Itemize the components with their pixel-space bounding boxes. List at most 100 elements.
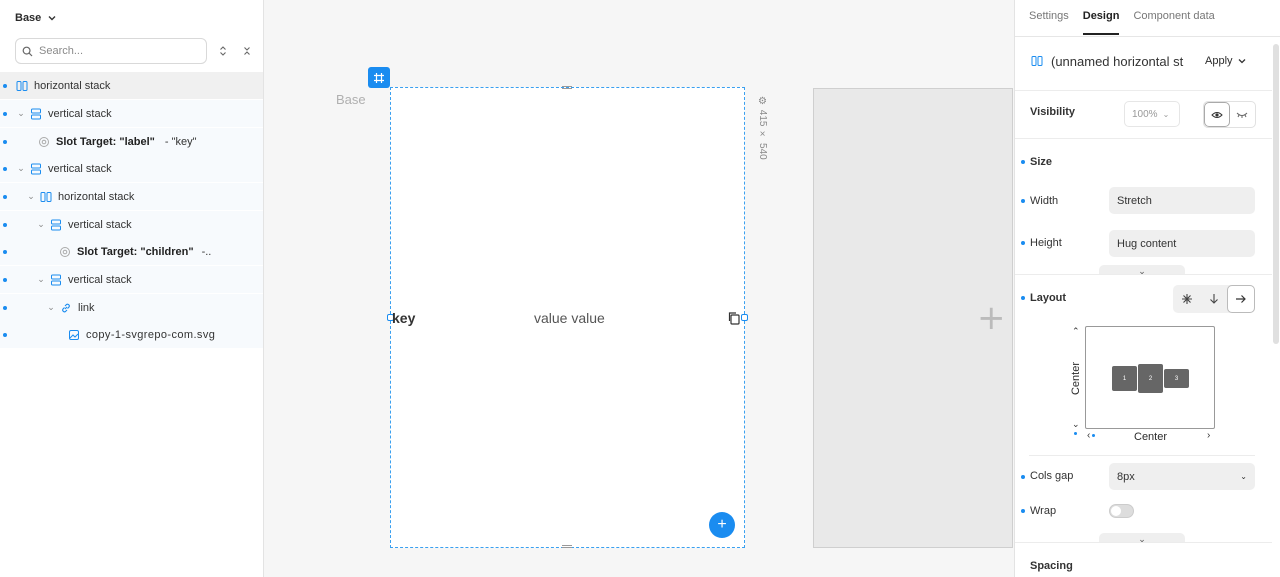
search-input[interactable] xyxy=(39,45,189,57)
base-label: Base xyxy=(15,12,42,24)
collapse-all-icon[interactable] xyxy=(240,44,254,58)
chevron-left-icon[interactable]: ‹ xyxy=(1087,430,1096,441)
value-text[interactable]: value value xyxy=(534,310,605,326)
tab-settings[interactable]: Settings xyxy=(1029,10,1069,35)
slot-target-label: Slot Target: "children" xyxy=(77,245,194,258)
cols-gap-value: 8px xyxy=(1117,470,1135,483)
image-icon xyxy=(68,329,80,341)
canvas-base-label: Base xyxy=(336,92,366,107)
slot-icon xyxy=(38,136,50,148)
slot-target-value: - "key" xyxy=(164,135,197,148)
vstack-icon xyxy=(50,219,62,231)
add-element-button[interactable]: + xyxy=(709,512,735,538)
hstack-icon xyxy=(16,80,28,92)
height-label: Height xyxy=(1030,237,1062,249)
width-label: Width xyxy=(1030,195,1059,207)
key-text[interactable]: key xyxy=(392,310,415,326)
resize-handle-bottom[interactable] xyxy=(562,545,572,548)
link-icon xyxy=(60,302,72,314)
chevron-down-icon[interactable]: ⌄ xyxy=(1072,419,1080,430)
chevron-down-icon xyxy=(1237,56,1247,66)
expand-all-icon[interactable] xyxy=(216,44,230,58)
cols-gap-select[interactable]: 8px ⌄ xyxy=(1109,463,1255,490)
tree-item-label: copy-1-svgrepo-com.svg xyxy=(86,328,216,341)
hstack-icon xyxy=(1031,55,1043,67)
tree-item-vertical-stack[interactable]: ⌄ vertical stack xyxy=(0,155,263,182)
tree-item-label: vertical stack xyxy=(48,107,112,120)
visibility-label: Visibility xyxy=(1030,106,1076,118)
height-value: Hug content xyxy=(1117,237,1177,250)
apply-button[interactable]: Apply xyxy=(1205,55,1247,67)
scrollbar[interactable] xyxy=(1273,44,1279,344)
width-select[interactable]: Stretch xyxy=(1109,187,1255,214)
apply-label: Apply xyxy=(1205,55,1233,67)
tab-design[interactable]: Design xyxy=(1082,10,1120,35)
resize-handle-top[interactable] xyxy=(562,86,572,89)
wrap-label: Wrap xyxy=(1030,505,1057,517)
frame-icon[interactable] xyxy=(368,67,390,88)
hstack-icon xyxy=(40,191,52,203)
tree-item-horizontal-stack[interactable]: ⌄ horizontal stack xyxy=(0,183,263,210)
properties-panel: Settings Design Component data (unnamed … xyxy=(1014,0,1280,577)
width-value: Stretch xyxy=(1117,194,1152,207)
search-box[interactable] xyxy=(15,38,207,64)
tree-item-vertical-stack[interactable]: ⌄ vertical stack xyxy=(0,266,263,293)
layout-section-title: Layout xyxy=(1030,292,1067,304)
spacing-section-title: Spacing xyxy=(1030,560,1073,572)
eye-icon[interactable] xyxy=(1204,102,1230,127)
search-icon xyxy=(22,46,33,57)
tree-item-label: link xyxy=(78,301,95,314)
tree-item-label: vertical stack xyxy=(68,273,132,286)
preview-item-3: 3 xyxy=(1164,369,1189,388)
chevron-up-icon[interactable]: ⌃ xyxy=(1072,326,1080,337)
base-selector[interactable]: Base xyxy=(15,12,57,24)
tree-item-label: horizontal stack xyxy=(34,79,111,92)
chevron-down-icon[interactable]: ⌄ xyxy=(36,219,46,230)
tree-item-vertical-stack[interactable]: ⌄ vertical stack xyxy=(0,100,263,127)
chevron-right-icon[interactable]: › xyxy=(1207,430,1210,441)
preview-item-2: 2 xyxy=(1138,364,1163,393)
cols-gap-label: Cols gap xyxy=(1030,470,1074,482)
slot-icon xyxy=(59,246,71,258)
copy-icon[interactable] xyxy=(727,311,741,325)
tree-item-vertical-stack[interactable]: ⌄ vertical stack xyxy=(0,211,263,238)
tree-item-slot-children[interactable]: Slot Target: "children" -.. xyxy=(0,238,263,265)
alignment-preview[interactable]: 1 2 3 xyxy=(1085,326,1215,429)
chevron-down-icon: ⌄ xyxy=(1162,109,1170,119)
tree-item-label: horizontal stack xyxy=(58,190,135,203)
tree-item-label: vertical stack xyxy=(68,218,132,231)
free-layout-icon[interactable] xyxy=(1173,285,1200,313)
vstack-icon xyxy=(50,274,62,286)
chevron-down-icon[interactable]: ⌄ xyxy=(36,274,46,285)
layout-direction-group xyxy=(1173,285,1255,313)
tab-component-data[interactable]: Component data xyxy=(1133,10,1214,35)
slot-target-label: Slot Target: "label" xyxy=(56,135,155,148)
chevron-down-icon[interactable]: ⌄ xyxy=(16,108,26,119)
opacity-select[interactable]: 100% ⌄ xyxy=(1124,101,1180,127)
horizontal-align-label[interactable]: Center xyxy=(1134,431,1167,443)
chevron-down-icon[interactable]: ⌄ xyxy=(26,191,36,202)
chevron-down-icon[interactable]: ⌄ xyxy=(46,302,56,313)
component-name[interactable]: (unnamed horizontal st xyxy=(1051,54,1191,69)
vstack-icon xyxy=(30,108,42,120)
visibility-toggle[interactable] xyxy=(1203,101,1256,128)
tree-item-image[interactable]: copy-1-svgrepo-com.svg xyxy=(0,321,263,348)
tree-item-slot-label[interactable]: Slot Target: "label" - "key" xyxy=(0,128,263,155)
resize-handle-right[interactable] xyxy=(741,314,748,321)
vertical-align-label[interactable]: Center xyxy=(1070,362,1082,395)
opacity-value: 100% xyxy=(1132,108,1158,120)
size-section-title: Size xyxy=(1030,156,1053,168)
eye-closed-icon[interactable] xyxy=(1230,102,1255,127)
height-select[interactable]: Hug content xyxy=(1109,230,1255,257)
tree-item-horizontal-stack[interactable]: horizontal stack xyxy=(0,72,263,99)
preview-item-1: 1 xyxy=(1112,366,1137,391)
slot-target-value: -.. xyxy=(201,245,212,258)
wrap-toggle[interactable] xyxy=(1109,504,1134,518)
panel-tabs: Settings Design Component data xyxy=(1029,10,1215,35)
chevron-down-icon[interactable]: ⌄ xyxy=(16,163,26,174)
arrow-down-icon[interactable] xyxy=(1200,285,1227,313)
chevron-down-icon: ⌄ xyxy=(1240,472,1247,481)
tree-item-link[interactable]: ⌄ link xyxy=(0,294,263,321)
plus-icon[interactable]: + xyxy=(977,301,1006,335)
arrow-right-icon[interactable] xyxy=(1227,285,1255,313)
